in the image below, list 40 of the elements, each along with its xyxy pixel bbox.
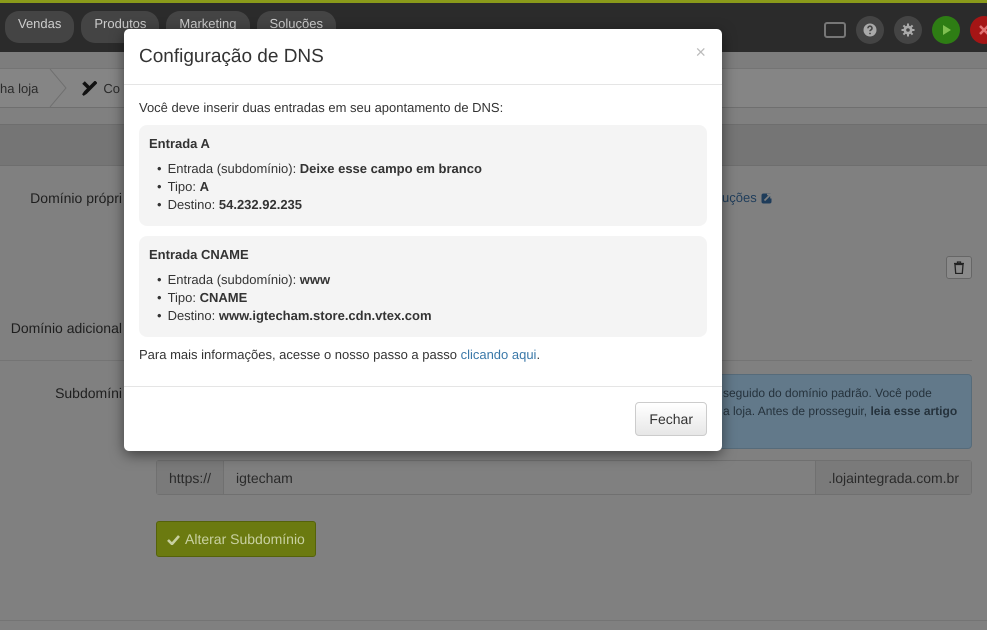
entry-title: Entrada A xyxy=(149,136,211,151)
breadcrumb-item[interactable]: ha loja xyxy=(0,80,48,96)
instructions-link[interactable]: uções xyxy=(722,190,757,205)
bullet: • xyxy=(157,289,162,307)
delete-button[interactable] xyxy=(946,256,972,279)
external-link-icon xyxy=(760,192,773,204)
field-label: Domínio adicional xyxy=(10,320,123,338)
change-subdomain-button[interactable]: Alterar Subdomínio xyxy=(156,521,316,557)
nav-tab[interactable]: Vendas xyxy=(5,11,74,43)
url-input-group[interactable]: https:// igtecham .lojaintegrada.com.br xyxy=(156,460,972,495)
entry-title: Entrada CNAME xyxy=(149,247,250,262)
intro-text: Você deve inserir duas entradas em seu apontamento de DNS: xyxy=(139,100,504,115)
close-dialog-button[interactable]: Fechar xyxy=(635,402,707,436)
entry-detail: Destino: 54.232.92.235 xyxy=(168,196,302,214)
field-label: Subdomíni xyxy=(54,385,123,403)
entry-detail: Tipo: CNAME xyxy=(168,289,248,307)
url-prefix: https:// xyxy=(157,461,224,494)
dialog-title: Configuração de DNS xyxy=(139,46,324,68)
bullet: • xyxy=(157,160,162,178)
info-text: a loja. Antes de prosseguir, leia esse artigo xyxy=(723,403,958,420)
field-label: Domínio própri xyxy=(29,190,123,208)
info-text: seguido do domínio padrão. Você pode xyxy=(723,385,933,402)
entry-detail: Destino: www.igtecham.store.cdn.vtex.com xyxy=(168,307,432,325)
trash-icon xyxy=(953,261,965,274)
help-text: Para mais informações, acesse o nosso passo a passo clicando aqui. xyxy=(139,347,542,362)
bullet: • xyxy=(157,307,162,325)
help-icon[interactable] xyxy=(856,16,884,44)
bullet: • xyxy=(157,271,162,289)
monitor-icon[interactable] xyxy=(824,22,846,38)
entry-detail: Entrada (subdomínio): www xyxy=(168,271,330,289)
bullet: • xyxy=(157,178,162,196)
settings-icon[interactable] xyxy=(894,16,922,44)
wrench-icon xyxy=(82,80,98,96)
check-icon xyxy=(167,534,180,544)
domain-suffix: .lojaintegrada.com.br xyxy=(815,461,971,494)
entry-detail: Tipo: A xyxy=(168,178,209,196)
bullet: • xyxy=(157,196,162,214)
help-link[interactable]: clicando aqui xyxy=(460,347,536,362)
play-icon[interactable] xyxy=(932,16,960,44)
entry-detail: Entrada (subdomínio): Deixe esse campo em branco xyxy=(168,160,482,178)
